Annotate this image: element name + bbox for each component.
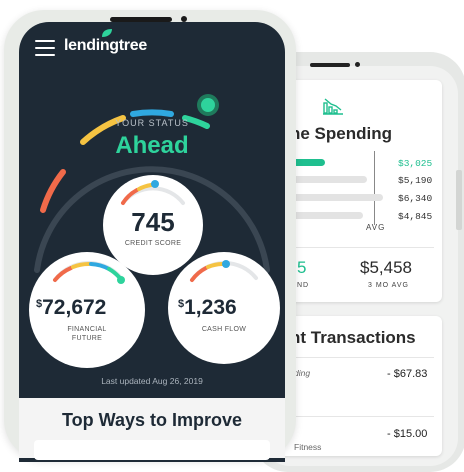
divider	[290, 247, 434, 248]
app-logo[interactable]: lendingtree	[64, 37, 147, 55]
primary-phone-camera	[181, 16, 187, 22]
spending-bar-value: $4,845	[398, 211, 433, 222]
avg-label: AVG	[366, 223, 386, 232]
credit-score-label: CREDIT SCORE	[124, 240, 182, 247]
credit-score-value: 745	[131, 207, 175, 237]
spending-bar-value: $5,190	[398, 175, 433, 186]
spending-bar	[285, 212, 363, 219]
secondary-phone-camera	[355, 62, 360, 67]
improve-card[interactable]	[34, 440, 270, 460]
current-spend-value: 5	[297, 258, 307, 277]
transaction-amount: - $15.00	[387, 428, 428, 440]
cash-flow-value: $1,236	[178, 296, 237, 319]
last-updated-text: Last updated Aug 26, 2019	[101, 376, 203, 386]
spending-bar-value: $6,340	[398, 193, 433, 204]
transactions-title: nt Transactions	[290, 328, 416, 347]
gauge-segment-good	[130, 109, 174, 117]
improve-title: Top Ways to Improve	[61, 410, 243, 430]
avg-spend-value: $5,458	[360, 258, 412, 277]
divider	[290, 416, 434, 417]
primary-phone-speaker	[110, 17, 172, 22]
spending-bar-value: $3,025	[398, 158, 433, 169]
secondary-phone-side-button	[456, 170, 462, 230]
spending-bar	[285, 176, 367, 183]
spending-title: ne Spending	[290, 124, 392, 143]
cash-flow-label: CASH FLOW	[201, 326, 247, 333]
average-line	[374, 151, 375, 225]
divider	[290, 357, 434, 358]
avg-spend-label: 3 MO AVG	[368, 282, 409, 289]
gauge-segment-poor	[40, 169, 66, 213]
spending-chart-icon	[323, 98, 343, 115]
menu-icon[interactable]	[35, 40, 55, 56]
financial-future-label: FINANCIAL FUTURE	[67, 326, 107, 342]
status-label: YOUR STATUS	[115, 118, 189, 128]
transaction-amount: - $67.83	[387, 368, 428, 380]
current-spend-label: ND	[297, 282, 310, 289]
secondary-phone-speaker	[310, 63, 350, 67]
financial-future-value: $72,672	[36, 296, 107, 319]
transaction-name: ding	[294, 368, 311, 378]
transaction-name: Fitness	[294, 442, 322, 452]
status-value: Ahead	[115, 132, 189, 159]
spending-bar	[285, 194, 383, 201]
